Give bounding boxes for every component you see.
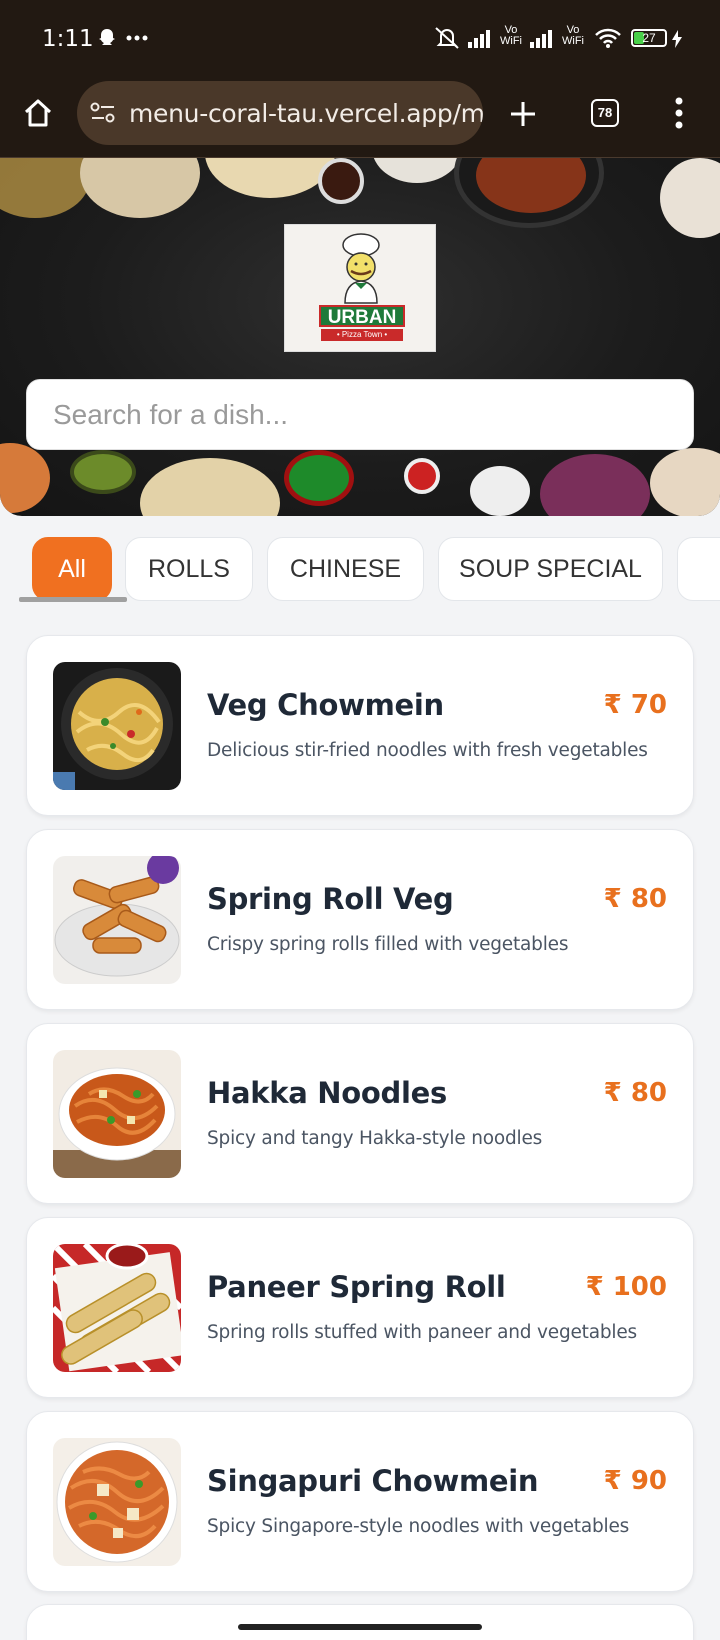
dish-description: Spicy and tangy Hakka-style noodles: [207, 1128, 543, 1149]
more-dots-icon: [126, 35, 148, 41]
rice-bowl-decoration: [470, 466, 530, 516]
menu-item-card[interactable]: Hakka Noodles ₹ 80 Spicy and tangy Hakka…: [26, 1023, 694, 1204]
dish-image: [53, 1438, 181, 1566]
sauce-bowl-decoration: [404, 458, 440, 494]
snapchat-icon: [99, 29, 115, 45]
dish-name: Veg Chowmein: [207, 688, 444, 722]
category-tabs: All ROLLS CHINESE SOUP SPECIAL: [0, 528, 720, 608]
category-chip-more[interactable]: [677, 537, 720, 601]
dish-image: [53, 1244, 181, 1372]
dish-name: Hakka Noodles: [207, 1076, 447, 1110]
search-box[interactable]: [26, 379, 694, 450]
food-decoration: [0, 158, 90, 218]
food-decoration: [0, 443, 50, 513]
vowifi-icon: Vo WiFi: [500, 24, 522, 47]
food-decoration: [205, 158, 335, 198]
dish-description: Spring rolls stuffed with paneer and veg…: [207, 1322, 637, 1343]
dish-name: Spring Roll Veg: [207, 882, 454, 916]
logo-tagline: • Pizza Town •: [321, 329, 403, 341]
category-chip-soup-special[interactable]: SOUP SPECIAL: [438, 537, 663, 601]
dish-image: [53, 662, 181, 790]
category-chip-chinese[interactable]: CHINESE: [267, 537, 424, 601]
food-decoration: [140, 458, 280, 516]
overflow-menu-icon[interactable]: [674, 97, 684, 129]
scroll-indicator: [19, 597, 127, 602]
dish-price: ₹ 70: [603, 690, 667, 720]
dish-price: ₹ 90: [603, 1466, 667, 1496]
signal-icon: [530, 30, 552, 48]
food-decoration: [372, 158, 462, 183]
menu-item-card-partial[interactable]: [26, 1604, 694, 1640]
signal-icon: [468, 30, 490, 48]
restaurant-logo: URBAN • Pizza Town •: [284, 224, 436, 352]
site-settings-icon[interactable]: [90, 102, 116, 124]
battery-icon: 27: [631, 29, 667, 47]
dish-image: [53, 1050, 181, 1178]
new-tab-icon[interactable]: [509, 100, 537, 128]
menu-item-card[interactable]: Paneer Spring Roll ₹ 100 Spring rolls st…: [26, 1217, 694, 1398]
tab-switcher-button[interactable]: 78: [591, 99, 619, 127]
home-icon[interactable]: [22, 97, 54, 129]
food-decoration: [80, 158, 200, 218]
salad-bowl-decoration: [284, 450, 354, 506]
menu-item-card[interactable]: Veg Chowmein ₹ 70 Delicious stir-fried n…: [26, 635, 694, 816]
browser-toolbar: menu-coral-tau.vercel.app/m 78: [0, 78, 720, 158]
charging-icon: [672, 30, 682, 48]
url-text[interactable]: menu-coral-tau.vercel.app/m: [129, 99, 483, 128]
gesture-home-bar[interactable]: [238, 1624, 482, 1630]
vowifi-icon: Vo WiFi: [562, 24, 584, 47]
food-decoration: [540, 454, 650, 516]
dish-price: ₹ 100: [585, 1272, 667, 1302]
dish-name: Singapuri Chowmein: [207, 1464, 539, 1498]
wifi-icon: [595, 28, 621, 48]
chef-mascot-icon: [342, 233, 380, 304]
dish-price: ₹ 80: [603, 884, 667, 914]
dish-description: Spicy Singapore-style noodles with veget…: [207, 1516, 630, 1537]
menu-item-card[interactable]: Spring Roll Veg ₹ 80 Crispy spring rolls…: [26, 829, 694, 1010]
dish-name: Paneer Spring Roll: [207, 1270, 506, 1304]
hero-banner: URBAN • Pizza Town •: [0, 158, 720, 516]
avocado-decoration: [70, 450, 136, 494]
status-time: 1:11: [42, 26, 94, 52]
dish-price: ₹ 80: [603, 1078, 667, 1108]
dish-image: [53, 856, 181, 984]
url-bar[interactable]: menu-coral-tau.vercel.app/m: [77, 81, 483, 145]
food-decoration: [660, 158, 720, 238]
category-chip-rolls[interactable]: ROLLS: [125, 537, 253, 601]
status-bar: 1:11 Vo WiFi Vo WiFi 27: [0, 0, 720, 78]
mute-icon: [435, 27, 459, 49]
dish-description: Delicious stir-fried noodles with fresh …: [207, 740, 648, 761]
sauce-bowl-decoration: [318, 158, 364, 204]
food-decoration: [650, 448, 720, 516]
search-input[interactable]: [27, 380, 693, 449]
menu-item-card[interactable]: Singapuri Chowmein ₹ 90 Spicy Singapore-…: [26, 1411, 694, 1592]
category-chip-all[interactable]: All: [32, 537, 112, 601]
logo-wordmark: URBAN: [319, 305, 405, 328]
dish-description: Crispy spring rolls filled with vegetabl…: [207, 934, 569, 955]
